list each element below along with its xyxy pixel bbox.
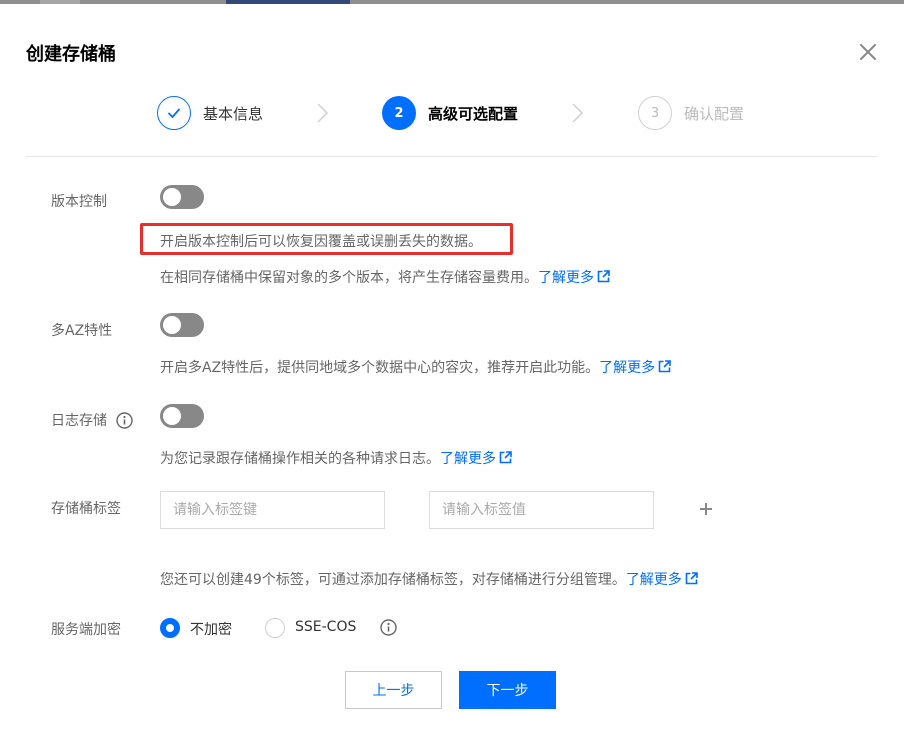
- multi-az-toggle[interactable]: [160, 313, 204, 337]
- logging-hint-text: 为您记录跟存储桶操作相关的各种请求日志。: [160, 451, 440, 467]
- radio-label-sse-cos: SSE-COS: [295, 619, 357, 635]
- tag-key-input[interactable]: [160, 491, 385, 529]
- toggle-knob: [163, 407, 181, 425]
- external-link-icon: [658, 360, 671, 373]
- step-done-circle: [157, 96, 191, 130]
- external-link-icon: [499, 451, 512, 464]
- multi-az-label: 多AZ特性: [51, 323, 113, 339]
- radio-no-encryption[interactable]: [160, 618, 180, 638]
- background-window-strip: [0, 0, 904, 4]
- versioning-hint-text: 在相同存储桶中保留对象的多个版本，将产生存储容量费用。: [160, 270, 538, 286]
- step-number: 3: [638, 96, 672, 130]
- external-link-icon: [597, 270, 610, 283]
- versioning-learn-more-link[interactable]: 了解更多: [538, 270, 610, 286]
- step-advanced-config: 2 高级可选配置: [382, 96, 518, 130]
- logging-learn-more-link[interactable]: 了解更多: [440, 451, 512, 467]
- stepper: 基本信息 2 高级可选配置 3 确认配置: [0, 96, 904, 130]
- logging-label: 日志存储: [51, 413, 107, 429]
- step-basic-info: 基本信息: [157, 96, 263, 130]
- toggle-knob: [163, 316, 181, 334]
- logging-hint: 为您记录跟存储桶操作相关的各种请求日志。了解更多: [160, 448, 512, 468]
- radio-label-no-encryption: 不加密: [190, 622, 232, 638]
- toggle-knob: [163, 188, 181, 206]
- background-strip-segment: [40, 0, 80, 4]
- versioning-hint: 在相同存储桶中保留对象的多个版本，将产生存储容量费用。了解更多: [160, 267, 610, 287]
- learn-more-label: 了解更多: [440, 451, 496, 467]
- external-link-icon: [685, 572, 698, 585]
- prev-button[interactable]: 上一步: [345, 671, 442, 709]
- learn-more-label: 了解更多: [625, 572, 682, 588]
- step-label: 确认配置: [684, 104, 745, 123]
- multi-az-hint: 开启多AZ特性后，提供同地域多个数据中心的容灾，推荐开启此功能。了解更多: [160, 357, 671, 377]
- close-icon[interactable]: [856, 40, 880, 64]
- next-button[interactable]: 下一步: [459, 671, 556, 709]
- logging-toggle[interactable]: [160, 404, 204, 428]
- tags-hint: 您还可以创建49个标签，可通过添加存储桶标签，对存储桶进行分组管理。了解更多: [160, 569, 698, 589]
- encryption-label: 服务端加密: [51, 622, 121, 638]
- tags-hint-text: 您还可以创建49个标签，可通过添加存储桶标签，对存储桶进行分组管理。: [160, 572, 626, 588]
- learn-more-label: 了解更多: [538, 270, 594, 286]
- step-number: 2: [382, 96, 416, 130]
- versioning-label: 版本控制: [51, 194, 107, 210]
- chevron-right-icon: [572, 103, 584, 123]
- multi-az-learn-more-link[interactable]: 了解更多: [599, 360, 671, 376]
- multi-az-hint-text: 开启多AZ特性后，提供同地域多个数据中心的容灾，推荐开启此功能。: [160, 360, 600, 376]
- tags-label: 存储桶标签: [51, 501, 121, 517]
- learn-more-label: 了解更多: [599, 360, 656, 376]
- divider: [26, 156, 877, 157]
- check-icon: [168, 108, 180, 118]
- versioning-toggle[interactable]: [160, 185, 204, 209]
- versioning-highlight-text: 开启版本控制后可以恢复因覆盖或误删丢失的数据。: [160, 234, 482, 250]
- step-label: 高级可选配置: [428, 104, 519, 123]
- radio-sse-cos[interactable]: [265, 618, 285, 638]
- add-tag-icon[interactable]: [697, 500, 715, 518]
- dialog-title: 创建存储桶: [26, 44, 116, 65]
- tag-value-input[interactable]: [429, 491, 654, 529]
- step-confirm-config: 3 确认配置: [638, 96, 744, 130]
- step-label: 基本信息: [203, 104, 264, 123]
- info-icon[interactable]: [116, 412, 133, 429]
- chevron-right-icon: [317, 103, 329, 123]
- tags-learn-more-link[interactable]: 了解更多: [626, 572, 698, 588]
- info-icon[interactable]: [380, 619, 397, 636]
- background-strip-accent: [226, 0, 350, 4]
